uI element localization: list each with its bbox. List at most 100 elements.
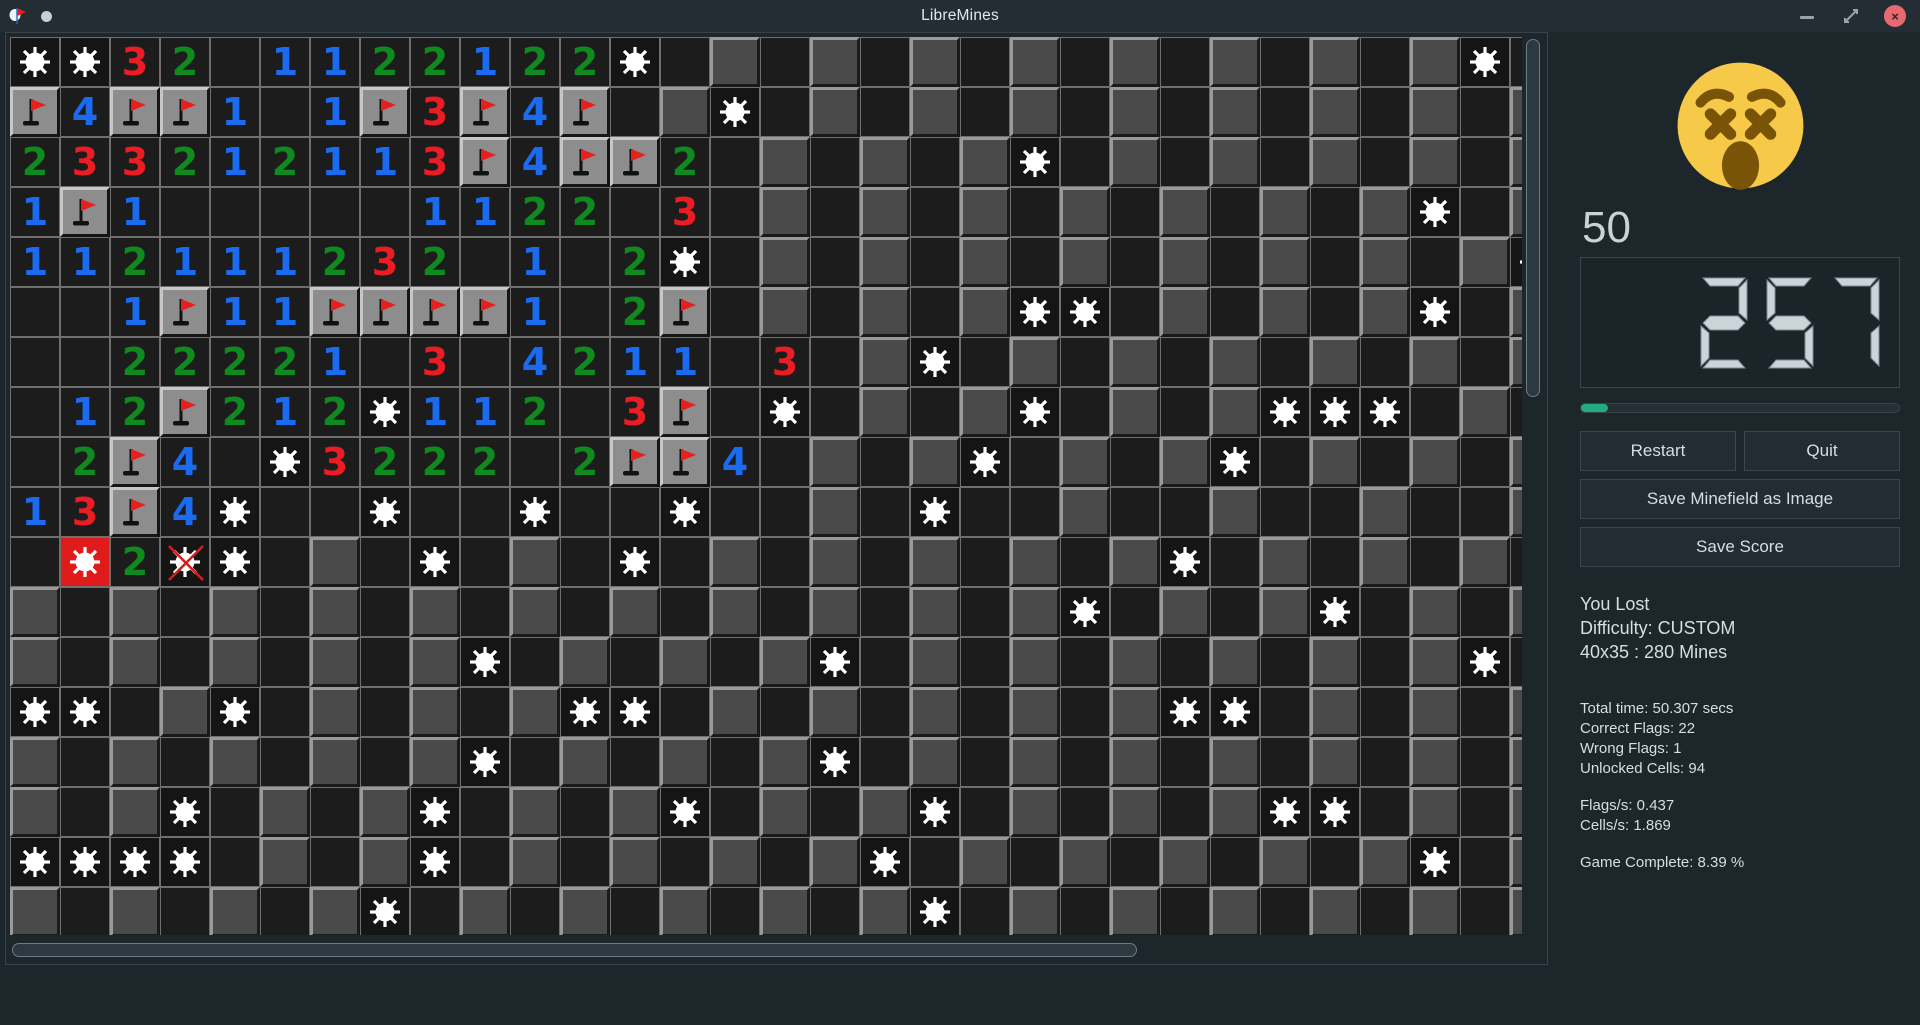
cell-hidden[interactable]	[110, 637, 160, 687]
cell-empty[interactable]	[560, 237, 610, 287]
cell-hidden[interactable]	[1360, 537, 1410, 587]
cell-mine-revealed[interactable]	[1210, 687, 1260, 737]
cell-hidden[interactable]	[310, 887, 360, 935]
cell-empty[interactable]	[1360, 87, 1410, 137]
cell-hidden[interactable]	[1410, 37, 1460, 87]
cell-number-2[interactable]: 2	[210, 337, 260, 387]
cell-hidden[interactable]	[810, 87, 860, 137]
cell-empty[interactable]	[160, 187, 210, 237]
cell-mine-revealed[interactable]	[660, 787, 710, 837]
cell-empty[interactable]	[1260, 37, 1310, 87]
cell-mine-revealed[interactable]	[1510, 237, 1522, 287]
cell-number-3[interactable]: 3	[110, 137, 160, 187]
cell-mine-revealed[interactable]	[1010, 387, 1060, 437]
cell-number-1[interactable]: 1	[10, 487, 60, 537]
cell-empty[interactable]	[1060, 87, 1110, 137]
cell-hidden[interactable]	[1260, 537, 1310, 587]
cell-empty[interactable]	[460, 687, 510, 737]
cell-hidden[interactable]	[1010, 37, 1060, 87]
cell-empty[interactable]	[1210, 287, 1260, 337]
cell-mine-revealed[interactable]	[610, 37, 660, 87]
cell-number-1[interactable]: 1	[260, 287, 310, 337]
cell-hidden[interactable]	[960, 237, 1010, 287]
cell-empty[interactable]	[260, 687, 310, 737]
cell-empty[interactable]	[960, 637, 1010, 687]
cell-hidden[interactable]	[1210, 37, 1260, 87]
cell-empty[interactable]	[1010, 437, 1060, 487]
cell-empty[interactable]	[1360, 437, 1410, 487]
cell-empty[interactable]	[960, 687, 1010, 737]
cell-empty[interactable]	[1160, 887, 1210, 935]
cell-hidden[interactable]	[960, 287, 1010, 337]
cell-empty[interactable]	[1360, 37, 1410, 87]
cell-number-3[interactable]: 3	[410, 87, 460, 137]
cell-number-1[interactable]: 1	[460, 187, 510, 237]
cell-empty[interactable]	[360, 587, 410, 637]
cell-hidden[interactable]	[1410, 787, 1460, 837]
cell-mine-revealed[interactable]	[460, 637, 510, 687]
cell-hidden[interactable]	[1060, 837, 1110, 887]
cell-hidden[interactable]	[1360, 287, 1410, 337]
cell-empty[interactable]	[10, 287, 60, 337]
cell-hidden[interactable]	[910, 87, 960, 137]
cell-hidden[interactable]	[410, 637, 460, 687]
cell-empty[interactable]	[1460, 337, 1510, 387]
cell-mine-revealed[interactable]	[1060, 587, 1110, 637]
cell-hidden[interactable]	[1310, 437, 1360, 487]
cell-number-1[interactable]: 1	[360, 137, 410, 187]
cell-mine-revealed[interactable]	[160, 787, 210, 837]
cell-hidden[interactable]	[310, 637, 360, 687]
cell-empty[interactable]	[210, 837, 260, 887]
cell-mine-revealed[interactable]	[810, 737, 860, 787]
cell-hidden[interactable]	[360, 787, 410, 837]
cell-hidden[interactable]	[10, 587, 60, 637]
cell-number-2[interactable]: 2	[460, 437, 510, 487]
cell-hidden[interactable]	[710, 687, 760, 737]
cell-hidden[interactable]	[1310, 87, 1360, 137]
vertical-scrollbar-thumb[interactable]	[1526, 39, 1540, 397]
cell-flagged[interactable]	[560, 137, 610, 187]
cell-number-2[interactable]: 2	[560, 187, 610, 237]
cell-empty[interactable]	[1310, 237, 1360, 287]
cell-number-4[interactable]: 4	[710, 437, 760, 487]
cell-empty[interactable]	[710, 637, 760, 687]
cell-hidden[interactable]	[1110, 137, 1160, 187]
cell-hidden[interactable]	[510, 837, 560, 887]
cell-empty[interactable]	[1360, 737, 1410, 787]
cell-empty[interactable]	[260, 587, 310, 637]
cell-hidden[interactable]	[510, 587, 560, 637]
cell-number-2[interactable]: 2	[610, 287, 660, 337]
restart-button[interactable]: Restart	[1580, 431, 1736, 472]
cell-empty[interactable]	[1160, 87, 1210, 137]
cell-number-2[interactable]: 2	[210, 387, 260, 437]
cell-empty[interactable]	[710, 387, 760, 437]
cell-hidden[interactable]	[1510, 487, 1522, 537]
cell-empty[interactable]	[1510, 537, 1522, 587]
cell-number-1[interactable]: 1	[210, 287, 260, 337]
cell-empty[interactable]	[10, 437, 60, 487]
cell-empty[interactable]	[660, 837, 710, 887]
cell-number-3[interactable]: 3	[410, 137, 460, 187]
cell-number-2[interactable]: 2	[310, 387, 360, 437]
cell-hidden[interactable]	[1360, 837, 1410, 887]
cell-empty[interactable]	[310, 187, 360, 237]
cell-hidden[interactable]	[810, 587, 860, 637]
cell-empty[interactable]	[560, 487, 610, 537]
cell-empty[interactable]	[910, 187, 960, 237]
cell-number-1[interactable]: 1	[10, 237, 60, 287]
cell-hidden[interactable]	[560, 887, 610, 935]
cell-empty[interactable]	[1060, 787, 1110, 837]
cell-hidden[interactable]	[1010, 687, 1060, 737]
cell-mine-revealed[interactable]	[1160, 537, 1210, 587]
cell-flagged[interactable]	[360, 87, 410, 137]
cell-mine-revealed[interactable]	[410, 537, 460, 587]
maximize-icon[interactable]	[1840, 5, 1862, 27]
cell-empty[interactable]	[1260, 87, 1310, 137]
cell-empty[interactable]	[460, 237, 510, 287]
cell-mine-revealed[interactable]	[860, 837, 910, 887]
cell-empty[interactable]	[210, 37, 260, 87]
cell-empty[interactable]	[860, 537, 910, 587]
cell-mine-revealed[interactable]	[460, 737, 510, 787]
cell-empty[interactable]	[1010, 837, 1060, 887]
cell-hidden[interactable]	[910, 637, 960, 687]
